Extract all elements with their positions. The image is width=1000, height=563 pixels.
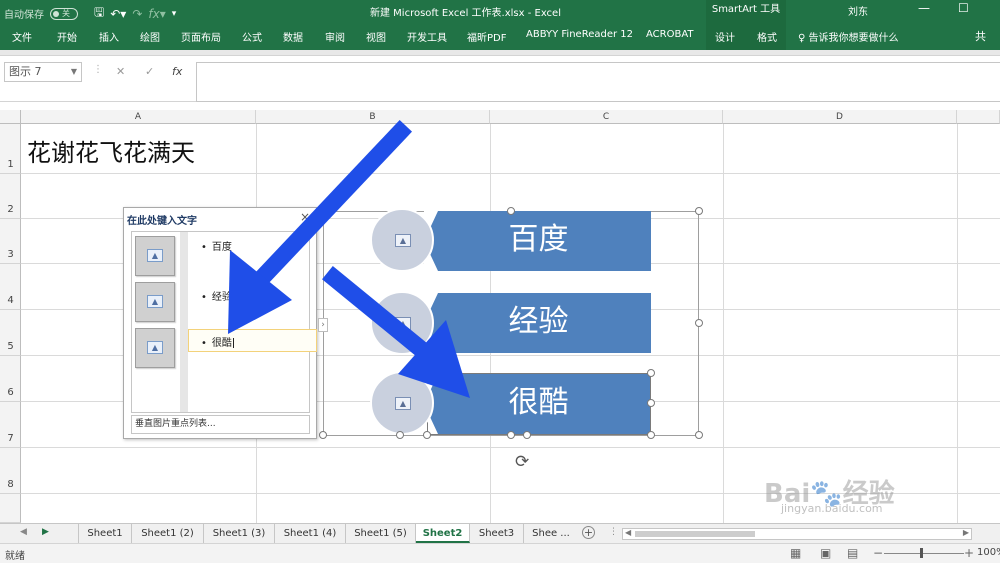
baidu-watermark-url: jingyan.baidu.com — [781, 502, 883, 515]
zoom-slider[interactable] — [884, 553, 964, 554]
sheet-tab[interactable]: Sheet1 (4) — [275, 524, 346, 543]
status-bar: 就绪 ▦ ▣ ▤ − + 100% — [0, 543, 1000, 563]
scrollbar-thumb[interactable] — [635, 531, 755, 537]
page-break-view-icon[interactable]: ▤ — [847, 546, 858, 560]
status-ready: 就绪 — [5, 551, 25, 562]
zoom-slider-knob[interactable] — [920, 548, 923, 558]
sheet-tab-bar: ◀ ▶ Sheet1 Sheet1 (2) Sheet1 (3) Sheet1 … — [0, 523, 1000, 543]
sheet-bar-grip-icon[interactable]: ⋮ — [609, 527, 618, 537]
sheet-tab[interactable]: Sheet1 (2) — [132, 524, 204, 543]
sheet-tab-active[interactable]: Sheet2 — [416, 524, 470, 543]
sheet-tab[interactable]: Sheet1 — [78, 524, 132, 543]
zoom-level[interactable]: 100% — [977, 547, 1000, 558]
scroll-right-icon[interactable]: ▶ — [42, 527, 49, 537]
add-sheet-button[interactable]: + — [582, 526, 595, 539]
sheet-tab[interactable]: Shee ... — [524, 524, 578, 543]
scroll-left-icon[interactable]: ◀ — [625, 528, 631, 537]
zoom-in-icon[interactable]: + — [964, 546, 974, 560]
scroll-right-icon[interactable]: ▶ — [963, 528, 969, 537]
arrow-to-smartart — [322, 266, 470, 398]
normal-view-icon[interactable]: ▦ — [790, 546, 801, 560]
horizontal-scrollbar[interactable]: ◀ ▶ — [622, 528, 972, 540]
sheet-tab[interactable]: Sheet1 (5) — [346, 524, 416, 543]
zoom-out-icon[interactable]: − — [873, 546, 883, 560]
page-layout-view-icon[interactable]: ▣ — [820, 546, 831, 560]
sheet-tab[interactable]: Sheet3 — [470, 524, 524, 543]
sheet-tab[interactable]: Sheet1 (3) — [204, 524, 275, 543]
scroll-left-icon[interactable]: ◀ — [20, 527, 27, 537]
